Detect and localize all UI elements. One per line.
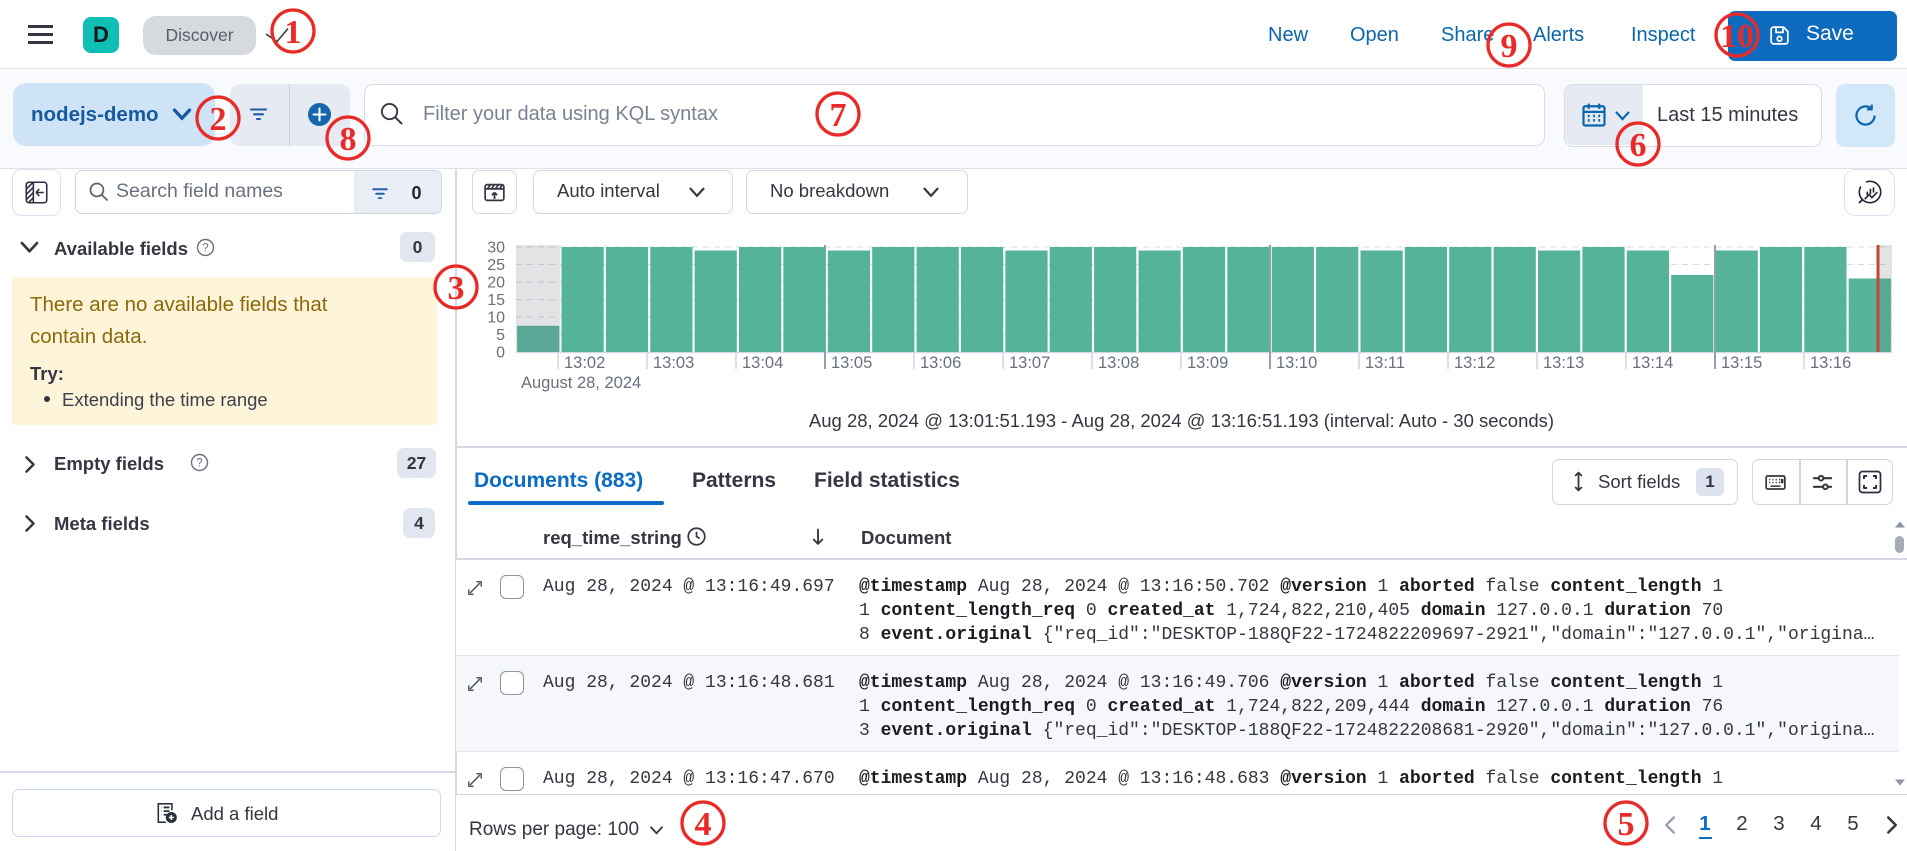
svg-text:2: 2 bbox=[210, 101, 227, 138]
svg-text:1: 1 bbox=[285, 14, 302, 51]
svg-text:4: 4 bbox=[695, 806, 712, 843]
svg-text:8: 8 bbox=[340, 121, 357, 158]
svg-text:3: 3 bbox=[448, 270, 465, 307]
svg-text:10: 10 bbox=[1720, 18, 1754, 55]
svg-text:7: 7 bbox=[830, 97, 847, 134]
svg-text:6: 6 bbox=[1630, 127, 1647, 164]
svg-text:9: 9 bbox=[1501, 28, 1518, 65]
svg-text:5: 5 bbox=[1618, 806, 1635, 843]
